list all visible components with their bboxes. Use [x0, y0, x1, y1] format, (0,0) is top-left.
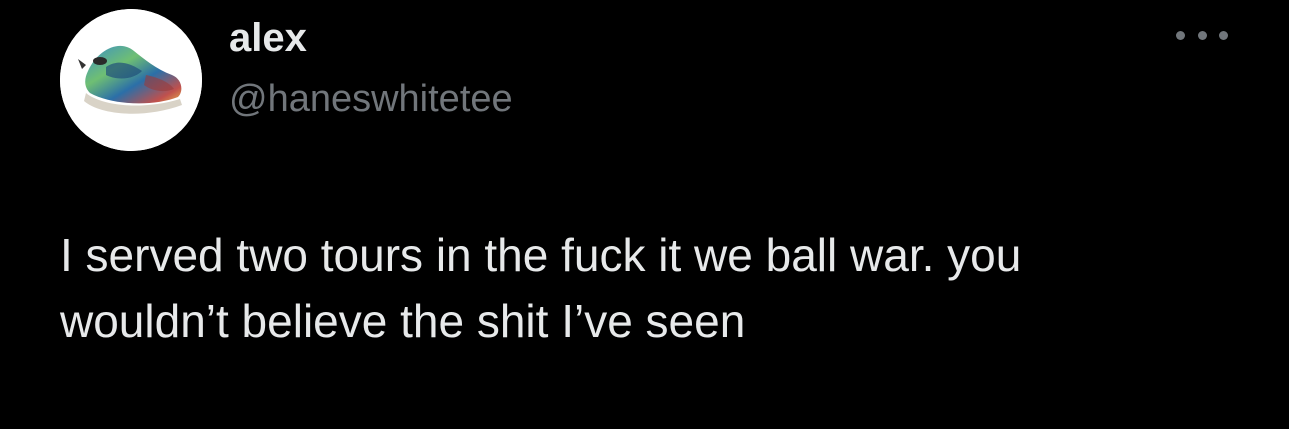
- more-options-button[interactable]: [1176, 22, 1228, 48]
- more-horizontal-icon: [1176, 30, 1185, 40]
- avatar[interactable]: [60, 9, 202, 151]
- more-dot: [1219, 30, 1228, 40]
- tweet-text: I served two tours in the fuck it we bal…: [60, 222, 1260, 354]
- sneaker-avatar-icon: [60, 9, 202, 151]
- more-dot: [1197, 30, 1207, 40]
- author-handle[interactable]: @haneswhitetee: [229, 76, 513, 122]
- tweet-text-line: wouldn’t believe the shit I’ve seen: [60, 295, 746, 347]
- tweet-text-line: I served two tours in the fuck it we bal…: [60, 229, 1022, 281]
- tweet-card: alex @haneswhitetee I served two tours i…: [0, 0, 1289, 429]
- author-display-name[interactable]: alex: [229, 14, 307, 62]
